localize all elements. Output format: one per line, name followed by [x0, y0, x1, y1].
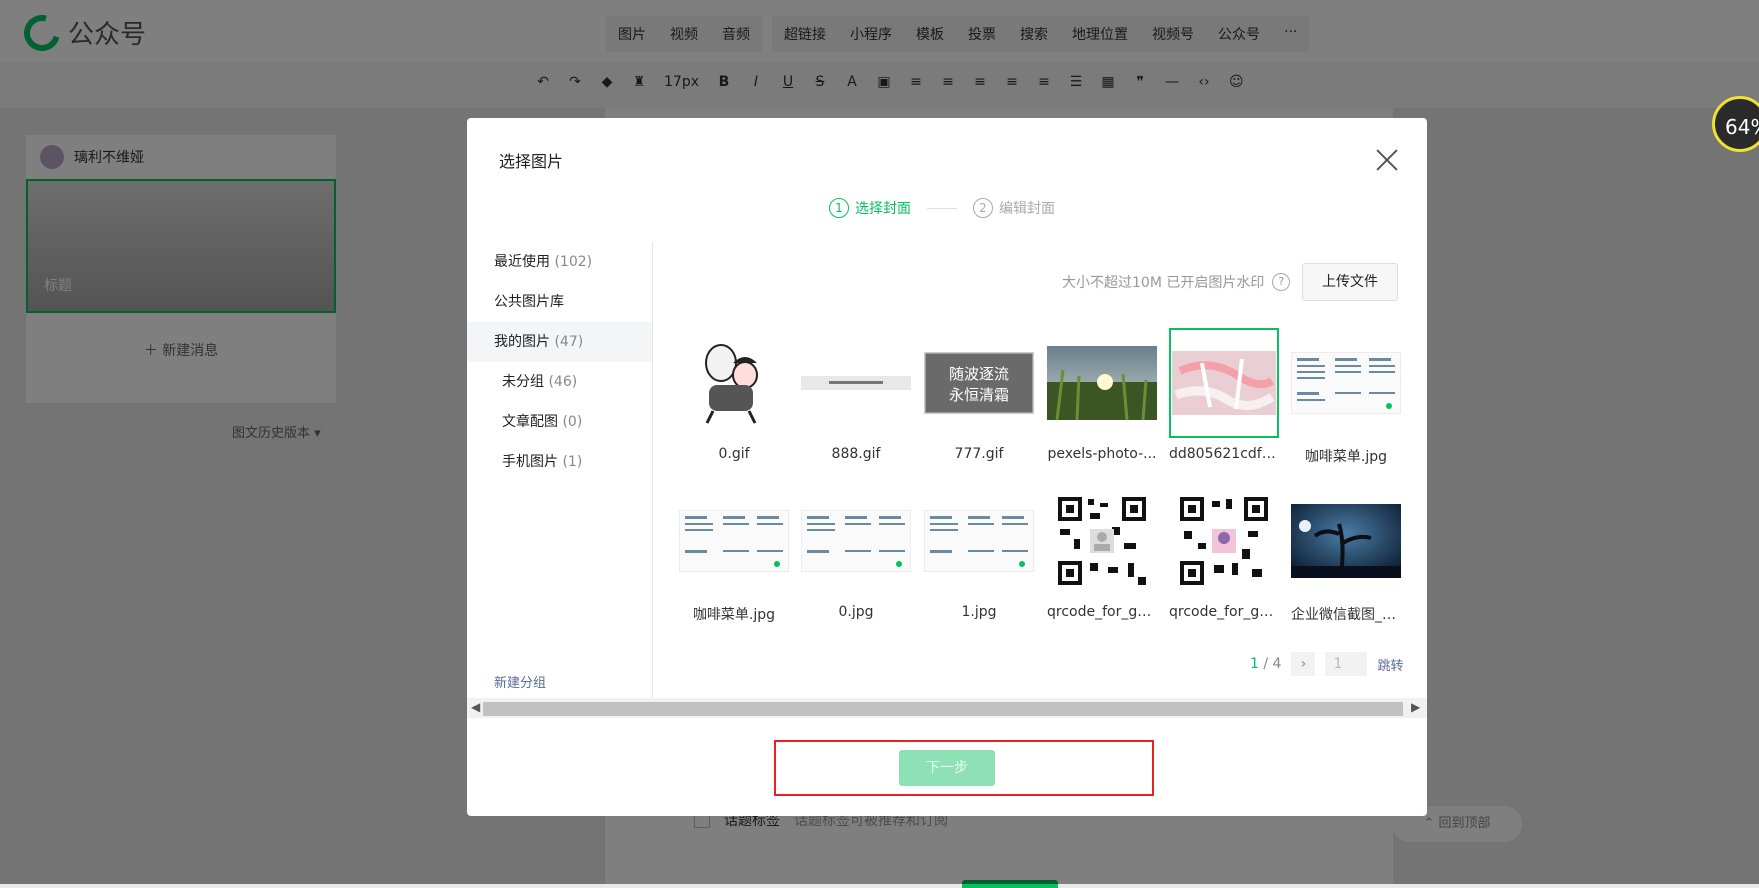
category-label: 手机图片: [502, 454, 558, 470]
image-thumbnail: [679, 328, 789, 438]
image-caption: 咖啡菜单.jpg: [1304, 449, 1388, 465]
category-my-images[interactable]: 我的图片 (47): [467, 322, 652, 362]
image-item[interactable]: 888.gif: [801, 328, 911, 462]
image-item[interactable]: 咖啡菜单.jpg: [1291, 328, 1401, 466]
chevron-right-icon[interactable]: ›: [1291, 652, 1316, 676]
speed-badge: 64%: [1712, 96, 1759, 152]
image-thumbnail: [801, 328, 911, 438]
image-item[interactable]: pexels-photo-...: [1047, 328, 1157, 462]
image-caption: dd805621cdf1...: [1169, 446, 1279, 462]
image-thumbnail: [1291, 328, 1401, 438]
category-count: (46): [548, 374, 578, 390]
image-caption: 777.gif: [954, 446, 1004, 462]
image-item[interactable]: 企业微信截图_2...: [1291, 486, 1401, 624]
upload-file-button[interactable]: 上传文件: [1302, 263, 1398, 301]
image-caption: 888.gif: [831, 446, 881, 462]
image-item[interactable]: 1.jpg: [924, 486, 1034, 620]
step-number: 1: [829, 198, 849, 218]
image-item[interactable]: 咖啡菜单.jpg: [679, 486, 789, 624]
image-caption: 0.gif: [718, 446, 750, 462]
category-article-images[interactable]: 文章配图 (0): [467, 402, 652, 442]
category-label: 公共图片库: [494, 294, 564, 310]
image-thumbnail: [1169, 328, 1279, 438]
page-jump-button[interactable]: 跳转: [1377, 655, 1403, 674]
image-caption: 咖啡菜单.jpg: [692, 607, 776, 623]
step-divider: [927, 207, 957, 209]
image-thumbnail: [1291, 486, 1401, 596]
step-label: 选择封面: [855, 201, 911, 217]
image-thumbnail: [679, 486, 789, 596]
new-group-link[interactable]: 新建分组: [494, 672, 546, 691]
step-select-cover: 1 选择封面: [829, 198, 911, 218]
pagination: 1 / 4 › 1 跳转: [1250, 652, 1403, 676]
category-label: 未分组: [502, 374, 544, 390]
svg-text:永恒清霜: 永恒清霜: [949, 386, 1009, 404]
dialog-title: 选择图片: [499, 152, 564, 171]
close-icon[interactable]: [1373, 146, 1401, 174]
image-caption: 企业微信截图_2...: [1291, 607, 1401, 623]
scrollbar-thumb[interactable]: [483, 702, 1403, 716]
image-item[interactable]: qrcode_for_gh...: [1169, 486, 1279, 620]
upload-hint: 大小不超过10M 已开启图片水印 ?: [1062, 272, 1291, 292]
category-count: (47): [554, 334, 584, 350]
dialog-footer: 下一步: [467, 718, 1427, 816]
image-thumbnail: 随波逐流 永恒清霜: [924, 328, 1034, 438]
category-recent[interactable]: 最近使用 (102): [467, 242, 652, 282]
step-number: 2: [973, 198, 993, 218]
image-caption: qrcode_for_gh...: [1047, 604, 1157, 620]
image-caption: 1.jpg: [961, 604, 997, 620]
step-label: 编辑封面: [999, 201, 1055, 217]
step-indicator: 1 选择封面 2 编辑封面: [829, 198, 1055, 218]
upload-hint-text: 大小不超过10M 已开启图片水印: [1062, 275, 1265, 291]
category-label: 我的图片: [494, 334, 550, 350]
scroll-right-icon[interactable]: ▶: [1411, 700, 1420, 714]
category-label: 文章配图: [502, 414, 558, 430]
image-item[interactable]: 随波逐流永恒清霜 777.gif: [924, 328, 1034, 462]
image-thumbnail: [924, 486, 1034, 596]
image-thumbnail: [801, 486, 911, 596]
image-thumbnail: [1169, 486, 1279, 596]
total-pages: / 4: [1263, 656, 1282, 672]
select-image-dialog: 选择图片 1 选择封面 2 编辑封面 最近使用 (102) 公共图片库 我的图片…: [467, 118, 1427, 816]
category-sidebar: 最近使用 (102) 公共图片库 我的图片 (47) 未分组 (46) 文章配图…: [467, 242, 653, 698]
category-phone-images[interactable]: 手机图片 (1): [467, 442, 652, 482]
image-caption: 0.jpg: [838, 604, 874, 620]
page-jump-input[interactable]: 1: [1325, 652, 1368, 676]
category-count: (1): [562, 454, 583, 470]
help-icon[interactable]: ?: [1272, 273, 1291, 291]
step-edit-cover: 2 编辑封面: [973, 198, 1055, 218]
image-item[interactable]: 0.gif: [679, 328, 789, 462]
next-step-button[interactable]: 下一步: [899, 750, 995, 786]
category-count: (0): [562, 414, 583, 430]
svg-text:随波逐流: 随波逐流: [949, 365, 1009, 383]
category-ungrouped[interactable]: 未分组 (46): [467, 362, 652, 402]
scroll-left-icon[interactable]: ◀: [471, 700, 480, 714]
image-thumbnail: [1047, 486, 1157, 596]
image-thumbnail: [1047, 328, 1157, 438]
horizontal-scrollbar[interactable]: ◀ ▶: [467, 698, 1427, 718]
category-public-library[interactable]: 公共图片库: [467, 282, 652, 322]
image-item[interactable]: qrcode_for_gh...: [1047, 486, 1157, 620]
category-count: (102): [554, 254, 593, 270]
image-item-selected[interactable]: dd805621cdf1...: [1169, 328, 1279, 462]
image-caption: pexels-photo-...: [1047, 446, 1157, 462]
image-item[interactable]: 0.jpg: [801, 486, 911, 620]
image-caption: qrcode_for_gh...: [1169, 604, 1279, 620]
current-page: 1: [1250, 656, 1259, 672]
category-label: 最近使用: [494, 254, 550, 270]
